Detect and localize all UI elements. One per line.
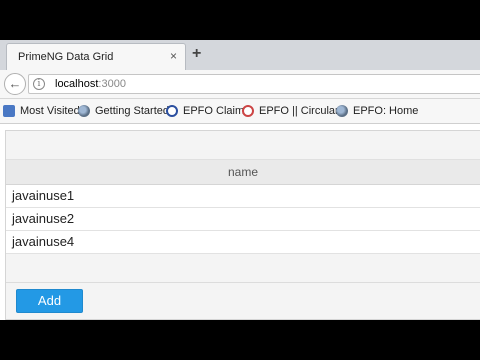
close-tab-icon[interactable]: × [170, 50, 177, 62]
page-content: name javainuse1 javainuse2 javainuse4 Ad… [0, 124, 480, 320]
table-row[interactable]: javainuse2 [6, 208, 480, 231]
grid-caption [6, 131, 480, 160]
browser-window: PrimeNG Data Grid × + ← i localhost:3000… [0, 40, 480, 320]
globe-icon [78, 105, 90, 117]
back-arrow-icon[interactable]: ← [4, 73, 26, 95]
new-tab-icon[interactable]: + [192, 46, 201, 62]
url-host: localhost [55, 78, 99, 90]
most-visited-icon [3, 105, 15, 117]
bookmark-label: EPFO: Home [353, 105, 419, 117]
add-button[interactable]: Add [16, 289, 83, 313]
bookmarks-bar: Most Visited Getting Started EPFO Claim … [0, 99, 480, 124]
bookmark-epfo-home[interactable]: EPFO: Home [336, 103, 418, 119]
tab-title: PrimeNG Data Grid [18, 51, 114, 63]
data-grid: name javainuse1 javainuse2 javainuse4 Ad… [5, 130, 480, 320]
url-port: :3000 [98, 78, 126, 90]
epfo-logo-icon [166, 105, 178, 117]
column-header-name[interactable]: name [6, 160, 480, 185]
tab-strip: PrimeNG Data Grid × + [0, 40, 480, 71]
site-info-icon[interactable]: i [33, 78, 45, 90]
navigation-bar: ← i localhost:3000 [0, 70, 480, 99]
address-bar[interactable]: i localhost:3000 [28, 74, 480, 94]
table-row[interactable]: javainuse4 [6, 231, 480, 254]
bookmark-label: Most Visited [20, 105, 80, 117]
url-text: localhost:3000 [55, 78, 126, 90]
bookmark-most-visited[interactable]: Most Visited [3, 103, 80, 119]
browser-tab[interactable]: PrimeNG Data Grid × [6, 43, 186, 70]
bookmark-label: Getting Started [95, 105, 169, 117]
epfo-logo-icon [242, 105, 254, 117]
table-row[interactable]: javainuse1 [6, 185, 480, 208]
bookmark-getting-started[interactable]: Getting Started [78, 103, 169, 119]
grid-footer [6, 254, 480, 283]
bookmark-label: EPFO || Circulars [259, 105, 345, 117]
globe-icon [336, 105, 348, 117]
bookmark-label: EPFO Claim [183, 105, 245, 117]
bookmark-epfo-claim[interactable]: EPFO Claim [166, 103, 244, 119]
bookmark-epfo-circulars[interactable]: EPFO || Circulars [242, 103, 344, 119]
